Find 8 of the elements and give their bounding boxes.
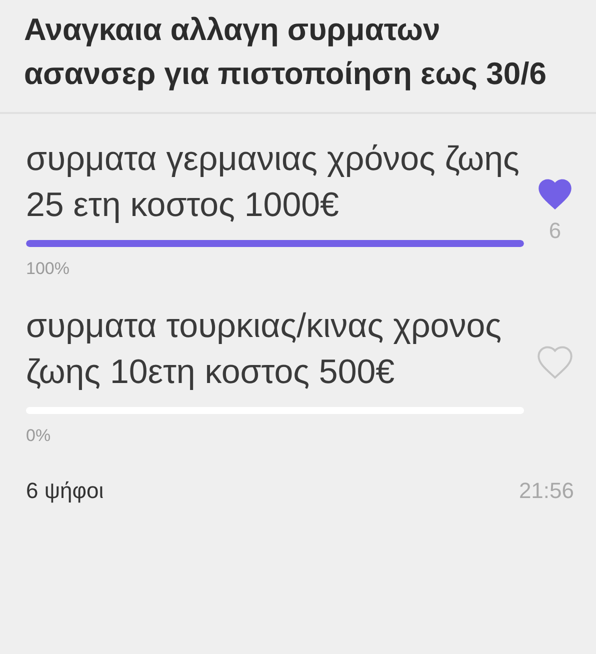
total-votes: 6 ψήφοι: [26, 478, 104, 504]
vote-count: 6: [548, 218, 562, 244]
percent-label: 100%: [26, 259, 70, 279]
option-text: συρματα τουρκιας/κινας χρονος ζωης 10ετη κοστος 500€: [26, 306, 502, 393]
option-text: συρματα γερμανιας χρόνος ζωης 25 ετη κοστος 1000€: [26, 139, 520, 226]
percent-label: 0%: [26, 426, 52, 446]
poll-question: Αναγκαια αλλαγη συρματων ασανσερ για πιστοποίηση εως 30/6: [23, 11, 548, 93]
timestamp: 21:56: [518, 478, 574, 504]
